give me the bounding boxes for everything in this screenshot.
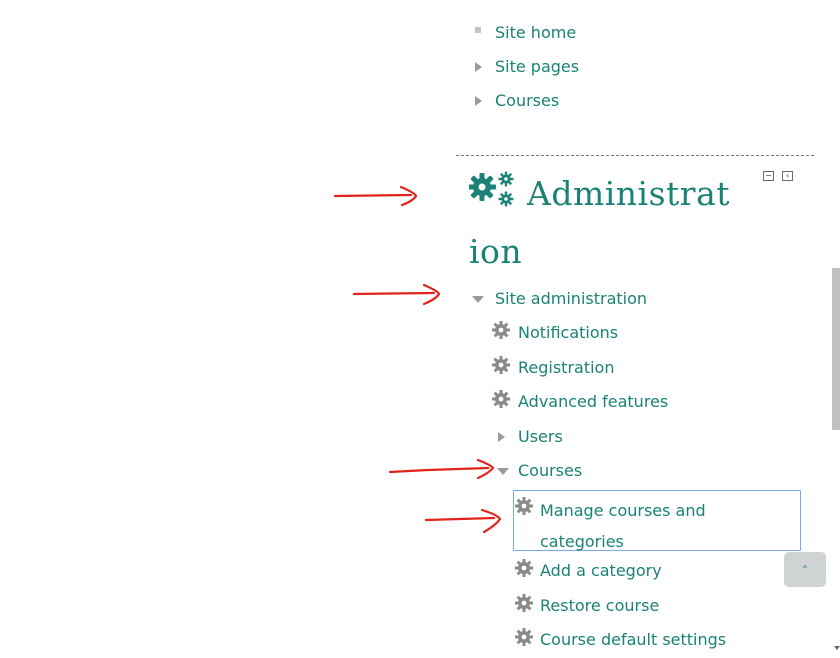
gear-icon	[515, 497, 533, 515]
gear-icon	[515, 628, 533, 646]
admin-title-line2: ion	[469, 232, 523, 271]
nav-site-home[interactable]: Site home	[495, 23, 576, 43]
admin-title-line1: Administrat	[527, 174, 731, 213]
scrollbar-thumb[interactable]	[832, 268, 840, 430]
dock-icon[interactable]: ‹	[782, 171, 793, 181]
block-divider	[456, 155, 814, 156]
annotation-arrow-icon	[333, 185, 418, 207]
scroll-down-arrow-icon[interactable]	[834, 646, 840, 650]
tree-site-administration[interactable]: Site administration	[495, 289, 647, 309]
minimize-icon[interactable]: −	[763, 171, 774, 181]
tree-course-default-settings[interactable]: Course default settings	[540, 630, 726, 650]
tree-advanced-features[interactable]: Advanced features	[518, 392, 668, 412]
manage-courses-line2: categories	[540, 532, 624, 551]
expand-down-icon[interactable]	[472, 296, 484, 303]
admin-block-title: Administrat ion	[469, 165, 759, 281]
tree-restore-course[interactable]: Restore course	[540, 596, 659, 616]
tree-manage-courses[interactable]: Manage courses and categories	[540, 495, 706, 557]
annotation-arrow-icon	[352, 283, 441, 306]
nav-courses[interactable]: Courses	[495, 91, 559, 111]
gear-icon	[515, 559, 533, 577]
chevron-up-icon: ˄	[802, 563, 808, 578]
expand-right-icon[interactable]	[498, 432, 505, 442]
back-to-top-button[interactable]: ˄	[784, 552, 826, 587]
gear-icon	[492, 321, 510, 339]
gear-icon	[515, 594, 533, 612]
tree-notifications[interactable]: Notifications	[518, 323, 618, 343]
bullet-icon	[475, 27, 481, 33]
manage-courses-line1: Manage courses and	[540, 501, 706, 520]
tree-add-category[interactable]: Add a category	[540, 561, 662, 581]
annotation-arrow-icon	[388, 458, 495, 480]
expand-right-icon[interactable]	[475, 96, 482, 106]
tree-registration[interactable]: Registration	[518, 358, 614, 378]
tree-courses[interactable]: Courses	[518, 461, 582, 481]
tree-users[interactable]: Users	[518, 427, 563, 447]
nav-site-pages[interactable]: Site pages	[495, 57, 579, 77]
gear-icon	[492, 356, 510, 374]
gear-icon	[492, 390, 510, 408]
annotation-arrow-icon	[424, 508, 502, 534]
expand-right-icon[interactable]	[475, 62, 482, 72]
